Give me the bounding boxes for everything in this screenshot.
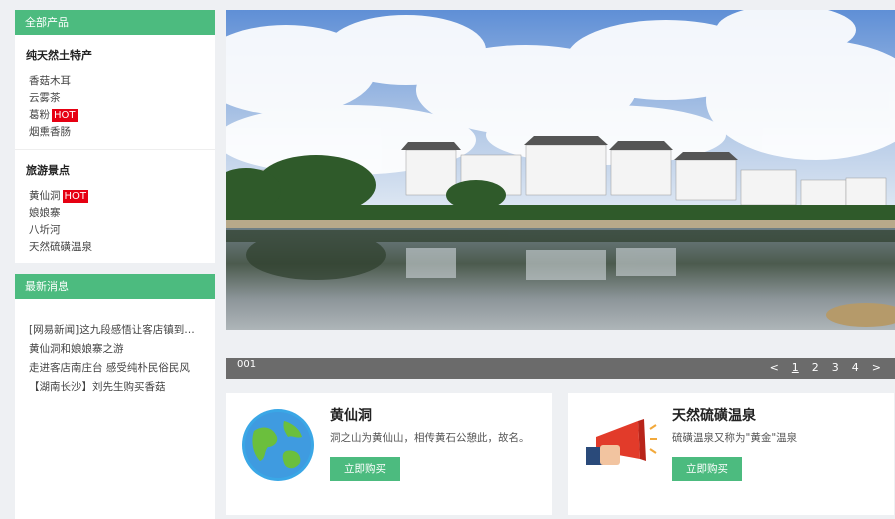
category-title-attractions: 旅游景点 [26,164,70,177]
product-link[interactable]: 烟熏香肠 [29,126,71,138]
card-description: 洞之山为黄仙山，相传黄石公憩此，故名。 [330,432,530,444]
product-card: 黄仙洞 洞之山为黄仙山，相传黄石公憩此，故名。 立即购买 [226,393,552,515]
product-link[interactable]: 香菇木耳 [29,75,71,87]
prev-slide-button[interactable]: < [770,361,779,374]
attraction-link[interactable]: 八圻河 [29,224,61,236]
category-list-attractions: 黄仙洞 HOT 娘娘寨 八圻河 天然硫磺温泉 [15,178,215,256]
product-link[interactable]: 云雾茶 [29,92,61,104]
news-item[interactable]: [网易新闻]这九段感悟让客店镇到… [29,321,209,340]
slideshow-pager: 001 < 1 2 3 4 > [226,358,895,379]
buy-now-button[interactable]: 立即购买 [672,457,742,481]
sidebar: 全部产品 纯天然土特产 香菇木耳 云雾茶 葛粉 HOT 烟熏香肠 旅游景点 黄仙洞… [15,10,215,519]
megaphone-icon [586,419,657,465]
list-item[interactable]: 娘娘寨 [29,205,215,222]
banner-slideshow[interactable] [226,10,895,330]
buy-now-button[interactable]: 立即购买 [330,457,400,481]
list-item[interactable]: 葛粉 HOT [29,107,215,124]
news-item[interactable]: 【湖南长沙】刘先生购买香菇 [29,378,209,397]
attraction-link[interactable]: 黄仙洞 [29,190,61,202]
product-link[interactable]: 葛粉 [29,109,50,121]
banner-landscape-image [226,10,895,330]
products-panel: 全部产品 纯天然土特产 香菇木耳 云雾茶 葛粉 HOT 烟熏香肠 旅游景点 黄仙洞… [15,10,215,263]
page-link-1[interactable]: 1 [792,361,799,374]
hot-badge: HOT [62,190,88,203]
news-item[interactable]: 走进客店南庄台 感受纯朴民俗民风 [29,359,209,378]
slide-id: 001 [237,359,257,370]
list-item[interactable]: 黄仙洞 HOT [29,188,215,205]
list-item[interactable]: 云雾茶 [29,90,215,107]
list-item[interactable]: 烟熏香肠 [29,124,215,141]
category-title-specialties: 纯天然土特产 [26,49,92,62]
card-description: 硫磺温泉又称为"黄金"温泉 [672,432,798,444]
news-panel-header: 最新消息 [15,274,215,299]
products-panel-header: 全部产品 [15,10,215,35]
list-item[interactable]: 八圻河 [29,222,215,239]
globe-icon [242,409,314,481]
card-title[interactable]: 天然硫磺温泉 [672,405,756,425]
page-link-2[interactable]: 2 [812,361,819,374]
page-link-4[interactable]: 4 [852,361,859,374]
attraction-link[interactable]: 天然硫磺温泉 [29,241,92,253]
category-list-specialties: 香菇木耳 云雾茶 葛粉 HOT 烟熏香肠 [15,63,215,141]
list-item[interactable]: 天然硫磺温泉 [29,239,215,256]
pager-nav: < 1 2 3 4 > [770,361,881,374]
news-panel: 最新消息 [网易新闻]这九段感悟让客店镇到… 黄仙洞和娘娘寨之游 走进客店南庄台… [15,274,215,519]
page-link-3[interactable]: 3 [832,361,839,374]
list-item[interactable]: 香菇木耳 [29,73,215,90]
next-slide-button[interactable]: > [872,361,881,374]
news-item[interactable]: 黄仙洞和娘娘寨之游 [29,340,209,359]
hot-badge: HOT [52,109,78,122]
attraction-link[interactable]: 娘娘寨 [29,207,61,219]
product-card: 天然硫磺温泉 硫磺温泉又称为"黄金"温泉 立即购买 [568,393,894,515]
news-list: [网易新闻]这九段感悟让客店镇到… 黄仙洞和娘娘寨之游 走进客店南庄台 感受纯朴… [15,299,215,397]
card-title[interactable]: 黄仙洞 [330,405,372,425]
